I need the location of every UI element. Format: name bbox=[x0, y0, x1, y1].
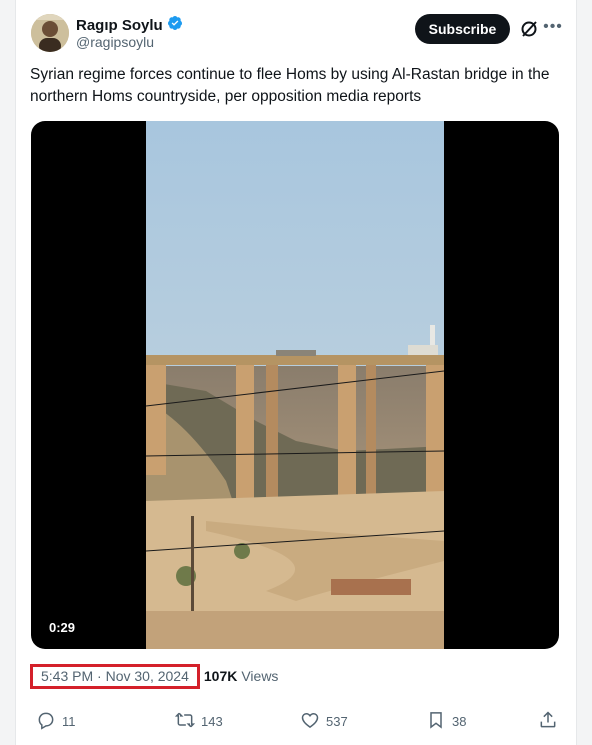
tweet-text: Syrian regime forces continue to flee Ho… bbox=[30, 66, 550, 105]
tweet-meta: 5:43 PM · Nov 30, 2024 107K Views bbox=[30, 663, 279, 689]
repost-count: 143 bbox=[201, 714, 223, 729]
views-count: 107K bbox=[203, 668, 238, 684]
reply-button[interactable]: 11 bbox=[36, 710, 76, 733]
repost-button[interactable]: 143 bbox=[174, 710, 223, 733]
views-label: Views bbox=[241, 668, 279, 684]
tweet-card: Ragıp Soylu @ragipsoylu Subscribe ••• Sy… bbox=[15, 0, 577, 745]
video-frame bbox=[146, 121, 444, 649]
more-icon[interactable]: ••• bbox=[542, 18, 564, 38]
video-duration: 0:29 bbox=[49, 620, 76, 635]
repost-icon bbox=[174, 710, 196, 733]
author-name-row[interactable]: Ragıp Soylu bbox=[76, 15, 183, 36]
author-name[interactable]: Ragıp Soylu bbox=[76, 17, 163, 35]
reply-icon bbox=[36, 710, 56, 733]
share-icon bbox=[538, 710, 558, 733]
like-count: 537 bbox=[326, 714, 348, 729]
grok-icon[interactable] bbox=[519, 19, 539, 39]
bookmark-count: 38 bbox=[452, 714, 467, 729]
timestamp[interactable]: 5:43 PM · Nov 30, 2024 bbox=[30, 663, 200, 689]
bookmark-button[interactable]: 38 bbox=[426, 710, 466, 733]
like-icon bbox=[300, 710, 320, 733]
action-bar: 11 143 537 38 bbox=[30, 710, 560, 734]
like-button[interactable]: 537 bbox=[300, 710, 348, 733]
reply-count: 11 bbox=[62, 714, 76, 729]
share-button[interactable] bbox=[538, 710, 558, 733]
verified-icon bbox=[167, 15, 183, 36]
author-handle[interactable]: @ragipsoylu bbox=[76, 34, 154, 51]
bookmark-icon bbox=[426, 710, 446, 733]
avatar[interactable] bbox=[31, 14, 69, 52]
subscribe-button[interactable]: Subscribe bbox=[415, 14, 510, 44]
video-player[interactable]: 0:29 bbox=[31, 121, 559, 649]
